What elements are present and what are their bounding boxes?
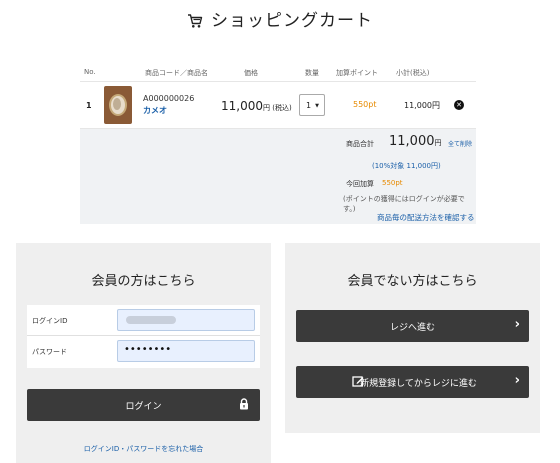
login-required-note: (ポイントの獲得にはログインが必要です。): [343, 195, 465, 213]
guest-panel: 会員でない方はこちら レジへ進む › 新規登録してからレジに進む ›: [285, 243, 540, 433]
page-title-text: ショッピングカート: [211, 11, 373, 31]
this-points-value: 550pt: [382, 179, 403, 187]
col-product: 商品コード／商品名: [145, 69, 208, 77]
proceed-to-checkout-button[interactable]: レジへ進む ›: [296, 310, 529, 342]
item-subtotal: 11,000円: [404, 101, 440, 110]
this-points-label: 今回加算: [346, 180, 374, 188]
chevron-right-icon: ›: [514, 373, 520, 388]
login-id-label: ログインID: [32, 317, 68, 325]
member-panel-title: 会員の方はこちら: [91, 274, 196, 289]
total-label: 商品合計: [346, 140, 374, 148]
lock-icon: [239, 398, 249, 413]
item-no: 1: [86, 101, 92, 110]
login-button[interactable]: ログイン: [27, 389, 260, 421]
password-label: パスワード: [32, 348, 67, 356]
cart-summary: 商品合計 11,000円 全て削除 (10%対象 11,000円) 今回加算 5…: [80, 129, 476, 224]
cart-item-row: 1 A000000026 カメオ 11,000円 (税込) 1 ▼ 550pt …: [80, 82, 476, 129]
tax-note: (10%対象 11,000円): [372, 162, 441, 170]
col-no: No.: [84, 68, 96, 76]
col-subtotal: 小計(税込): [396, 69, 430, 77]
shipping-method-link[interactable]: 商品毎の配送方法を確認する: [377, 212, 475, 223]
cart-table-header: No. 商品コード／商品名 価格 数量 加算ポイント 小計(税込): [80, 64, 476, 82]
forgot-credentials-link[interactable]: ログインID・パスワードを忘れた場合: [16, 444, 271, 454]
item-price: 11,000円 (税込): [221, 99, 292, 113]
login-form: ログインID パスワード ••••••••: [27, 305, 260, 368]
product-code: A000000026: [143, 94, 195, 103]
quantity-select[interactable]: 1 ▼: [299, 94, 325, 116]
chevron-right-icon: ›: [514, 317, 520, 332]
col-points: 加算ポイント: [336, 69, 378, 77]
col-price: 価格: [244, 69, 258, 77]
member-login-panel: 会員の方はこちら ログインID パスワード •••••••• ログイン ログイン…: [16, 243, 271, 463]
remove-item-icon[interactable]: ✕: [454, 100, 464, 110]
chevron-down-icon: ▼: [315, 103, 319, 109]
col-qty: 数量: [305, 69, 319, 77]
product-name-link[interactable]: カメオ: [143, 105, 167, 116]
product-thumbnail[interactable]: [104, 86, 132, 124]
total-value: 11,000円: [389, 134, 442, 149]
password-field[interactable]: ••••••••: [117, 340, 255, 362]
shopping-cart-icon: [187, 13, 203, 29]
delete-all-link[interactable]: 全て削除: [448, 139, 472, 148]
item-points: 550pt: [353, 100, 377, 109]
page-title: ショッピングカート: [0, 6, 560, 31]
guest-panel-title: 会員でない方はこちら: [347, 274, 478, 289]
login-id-masked-value: [126, 316, 176, 324]
signup-then-checkout-button[interactable]: 新規登録してからレジに進む ›: [296, 366, 529, 398]
cart-table: No. 商品コード／商品名 価格 数量 加算ポイント 小計(税込) 1 A000…: [80, 64, 476, 224]
